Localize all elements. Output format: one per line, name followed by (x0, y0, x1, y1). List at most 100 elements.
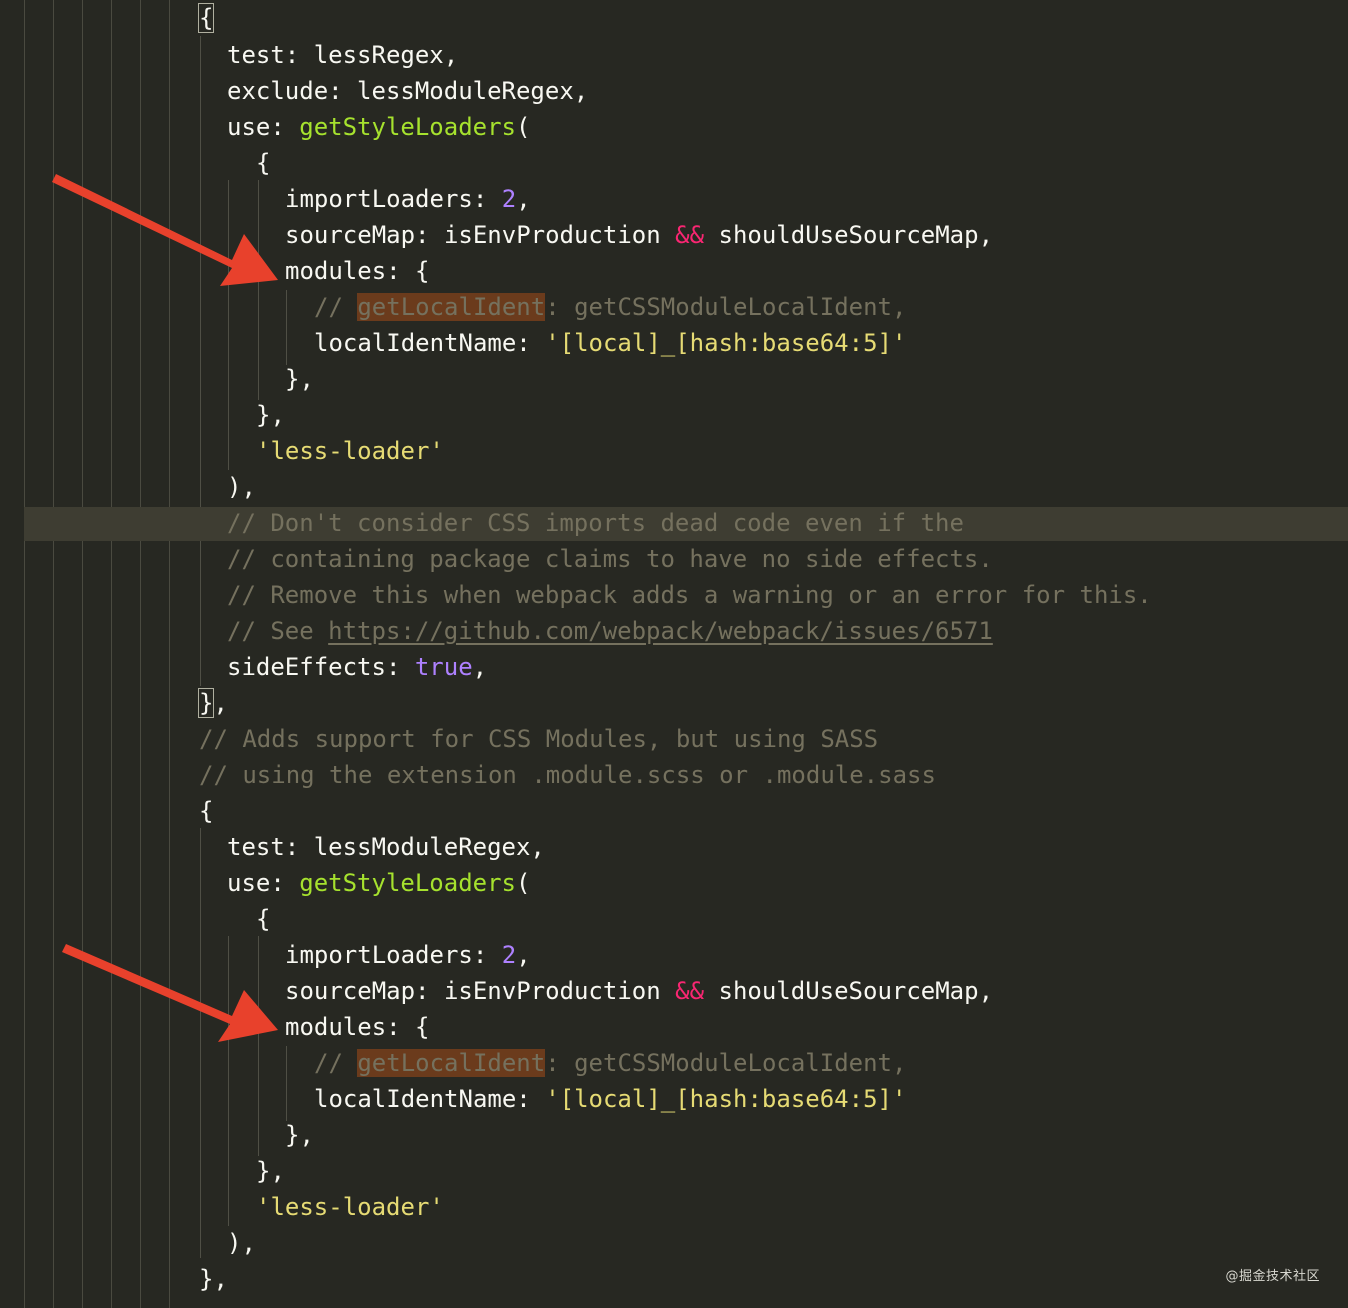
code-line: test: lessRegex, (227, 37, 458, 73)
code-token: test: lessModuleRegex, (227, 833, 545, 861)
indent-guide (286, 290, 287, 365)
code-token: modules: { (285, 257, 430, 285)
code-token: , (213, 689, 228, 717)
code-line: // getLocalIdent: getCSSModuleLocalIdent… (314, 1045, 906, 1081)
code-token: // using the extension .module.scss or .… (199, 761, 936, 789)
watermark: @掘金技术社区 (1225, 1269, 1320, 1284)
code-line: }, (197, 685, 228, 721)
code-token: && (675, 221, 705, 249)
code-token: // Remove this when webpack adds a warni… (227, 581, 1152, 609)
code-token: { (256, 149, 271, 177)
code-token: // (314, 1049, 358, 1077)
code-token: sourceMap: isEnvProduction (285, 977, 676, 1005)
code-token: importLoaders: (285, 185, 502, 213)
code-token: getLocalIdent (357, 293, 546, 321)
code-line: { (256, 901, 270, 937)
code-token: , (516, 941, 531, 969)
code-token: // See (227, 617, 329, 645)
code-token: }, (285, 365, 314, 393)
code-editor[interactable]: { test: lessRegex, exclude: lessModuleRege… (0, 0, 1348, 1308)
code-line: // See https://github.com/webpack/webpac… (227, 613, 993, 649)
code-line: 'less-loader' (256, 433, 444, 469)
indent-guide (140, 0, 141, 1308)
code-token: true (414, 653, 473, 681)
code-token: ( (516, 113, 531, 141)
code-token: && (675, 977, 705, 1005)
indent-guide (169, 0, 170, 1308)
indent-guide (228, 936, 229, 1226)
red-arrow-icon (62, 944, 278, 1042)
code-line: sideEffects: true, (227, 649, 487, 685)
code-line: test: lessModuleRegex, (227, 829, 545, 865)
code-line: use: getStyleLoaders( (227, 109, 530, 145)
code-token: 2 (501, 941, 517, 969)
code-line: use: getStyleLoaders( (227, 865, 530, 901)
indent-guide (286, 1046, 287, 1121)
code-token: ( (516, 869, 531, 897)
code-line: // Remove this when webpack adds a warni… (227, 577, 1152, 613)
code-token: modules: { (285, 1013, 430, 1041)
indent-guide (200, 36, 201, 686)
code-token: // (314, 293, 358, 321)
code-line: { (197, 0, 215, 36)
code-token: // Don't consider CSS imports dead code … (227, 509, 964, 537)
code-token: 'less-loader' (256, 437, 444, 465)
code-line: // getLocalIdent: getCSSModuleLocalIdent… (314, 289, 906, 325)
code-line: ), (227, 469, 256, 505)
code-line: localIdentName: '[local]_[hash:base64:5]… (314, 325, 906, 361)
code-token: }, (256, 1157, 285, 1185)
indent-guide (258, 936, 259, 1156)
code-token: : getCSSModuleLocalIdent, (545, 293, 907, 321)
indent-guide (53, 0, 54, 1308)
indent-guide (228, 180, 229, 470)
code-token: test: lessRegex, (227, 41, 459, 69)
code-line: importLoaders: 2, (285, 181, 531, 217)
code-token: ), (227, 1229, 256, 1257)
code-token: '[local]_[hash:base64:5]' (545, 329, 907, 357)
code-token: }, (199, 1265, 228, 1293)
code-line: 'less-loader' (256, 1189, 444, 1225)
code-token: sideEffects: (227, 653, 415, 681)
code-token: { (199, 797, 214, 825)
code-token: exclude: lessModuleRegex, (227, 77, 589, 105)
code-token: getLocalIdent (357, 1049, 546, 1077)
code-token: localIdentName: (314, 1085, 546, 1113)
code-line: importLoaders: 2, (285, 937, 531, 973)
code-token: https://github.com/webpack/webpack/issue… (328, 617, 993, 645)
code-token: }, (256, 401, 285, 429)
code-token: , (472, 653, 488, 681)
code-line: exclude: lessModuleRegex, (227, 73, 588, 109)
code-token: ), (227, 473, 256, 501)
code-line: modules: { (285, 253, 430, 289)
code-line: // Don't consider CSS imports dead code … (227, 505, 964, 541)
code-line: }, (256, 1153, 285, 1189)
code-token: '[local]_[hash:base64:5]' (545, 1085, 907, 1113)
code-line: }, (199, 1261, 228, 1297)
code-token: { (197, 3, 215, 33)
code-token: { (256, 905, 271, 933)
code-token: use: (227, 113, 300, 141)
indent-guide (111, 0, 112, 1308)
code-token: getStyleLoaders (299, 113, 516, 141)
code-token: importLoaders: (285, 941, 502, 969)
code-token: use: (227, 869, 300, 897)
code-line: { (256, 145, 270, 181)
code-line: }, (256, 397, 285, 433)
code-line: ), (227, 1225, 256, 1261)
code-token: shouldUseSourceMap, (704, 977, 994, 1005)
code-token: sourceMap: isEnvProduction (285, 221, 676, 249)
code-token: // containing package claims to have no … (227, 545, 993, 573)
code-line: }, (285, 361, 314, 397)
code-line: modules: { (285, 1009, 430, 1045)
indent-guide (200, 828, 201, 1258)
code-token: } (197, 688, 215, 718)
code-token: , (516, 185, 531, 213)
code-token: 'less-loader' (256, 1193, 444, 1221)
indent-guide (82, 0, 83, 1308)
code-line: }, (285, 1117, 314, 1153)
code-line: { (199, 793, 213, 829)
code-token: 2 (501, 185, 517, 213)
code-line: // containing package claims to have no … (227, 541, 993, 577)
code-line: sourceMap: isEnvProduction && shouldUseS… (285, 217, 993, 253)
code-token: getStyleLoaders (299, 869, 516, 897)
